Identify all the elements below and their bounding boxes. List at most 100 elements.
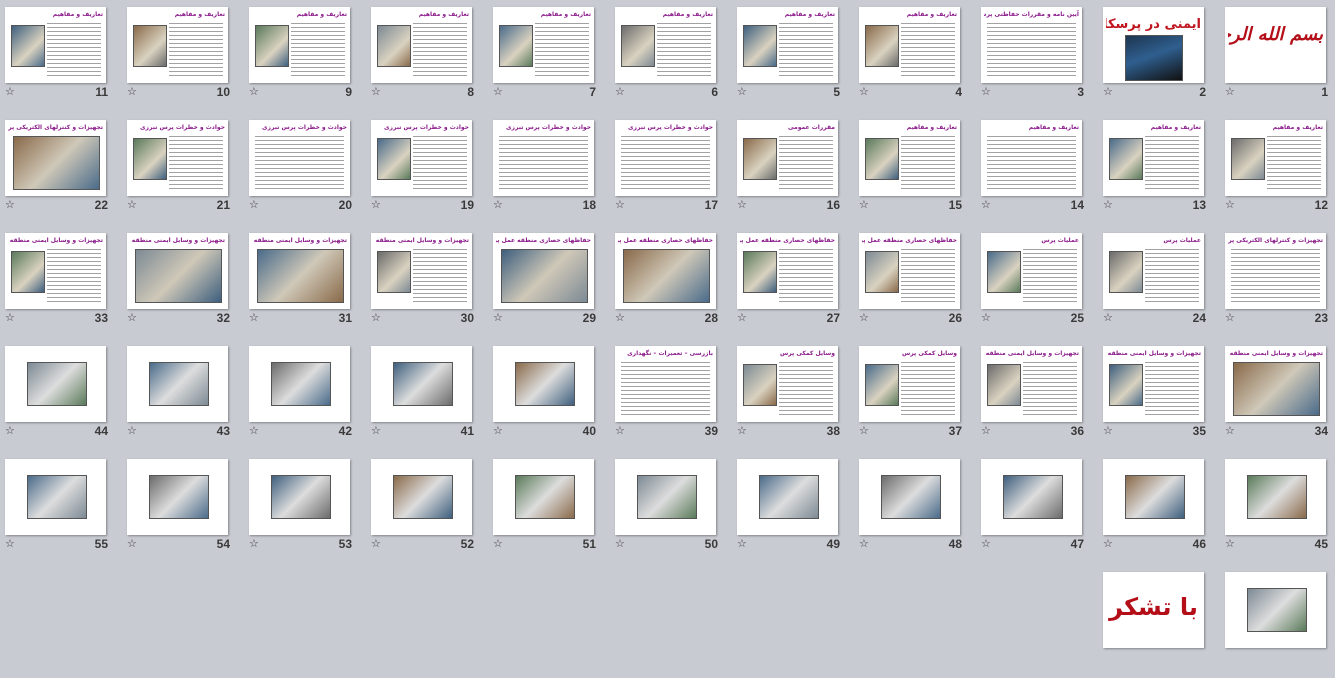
slide-transition-icon[interactable]: ☆ xyxy=(371,199,381,211)
slide-thumbnail[interactable] xyxy=(1225,459,1326,535)
slide-thumbnail[interactable] xyxy=(371,346,472,422)
slide-transition-icon[interactable]: ☆ xyxy=(615,199,625,211)
slide-transition-icon[interactable]: ☆ xyxy=(5,538,15,550)
slide-thumbnail[interactable]: حفاظهای حصاری منطقه عمل پرس xyxy=(859,233,960,309)
slide-thumbnail[interactable] xyxy=(1225,572,1326,648)
slide-transition-icon[interactable]: ☆ xyxy=(615,312,625,324)
slide-thumbnail[interactable]: بازرسی – تعمیرات – نگهداری xyxy=(615,346,716,422)
slide-thumbnail[interactable]: تعاریف و مفاهیم xyxy=(493,7,594,83)
slide-transition-icon[interactable]: ☆ xyxy=(5,312,15,324)
slide-thumbnail[interactable]: تعاریف و مفاهیم xyxy=(127,7,228,83)
slide-transition-icon[interactable]: ☆ xyxy=(1225,538,1235,550)
slide-transition-icon[interactable]: ☆ xyxy=(5,86,15,98)
slide-transition-icon[interactable]: ☆ xyxy=(859,199,869,211)
slide-thumbnail[interactable]: آیین نامه و مقررات حفاظتی پرس ها xyxy=(981,7,1082,83)
slide-thumbnail[interactable] xyxy=(5,459,106,535)
slide-transition-icon[interactable]: ☆ xyxy=(615,86,625,98)
slide-thumbnail[interactable]: وسایل کمکی پرس xyxy=(737,346,838,422)
slide-thumbnail[interactable] xyxy=(249,346,350,422)
slide-transition-icon[interactable]: ☆ xyxy=(127,538,137,550)
slide-transition-icon[interactable]: ☆ xyxy=(1103,312,1113,324)
slide-thumbnail[interactable] xyxy=(371,459,472,535)
slide-thumbnail[interactable]: تجهیزات و وسایل ایمنی منطقه عمل پرسها xyxy=(981,346,1082,422)
slide-thumbnail[interactable]: تعاریف و مفاهیم xyxy=(1225,120,1326,196)
slide-transition-icon[interactable]: ☆ xyxy=(1103,425,1113,437)
slide-thumbnail[interactable]: مقررات عمومی xyxy=(737,120,838,196)
slide-transition-icon[interactable]: ☆ xyxy=(371,312,381,324)
slide-transition-icon[interactable]: ☆ xyxy=(127,425,137,437)
slide-thumbnail[interactable]: بسم الله الرحمن الرحیم xyxy=(1225,7,1326,83)
slide-transition-icon[interactable]: ☆ xyxy=(493,425,503,437)
slide-thumbnail[interactable]: حوادث و خطرات پرس تبرزی xyxy=(127,120,228,196)
slide-transition-icon[interactable]: ☆ xyxy=(1225,312,1235,324)
slide-thumbnail[interactable]: تجهیزات و وسایل ایمنی منطقه عمل پرسها xyxy=(1225,346,1326,422)
slide-thumbnail[interactable]: وسایل کمکی پرس xyxy=(859,346,960,422)
slide-thumbnail[interactable] xyxy=(5,346,106,422)
slide-transition-icon[interactable]: ☆ xyxy=(737,86,747,98)
slide-transition-icon[interactable]: ☆ xyxy=(493,199,503,211)
slide-transition-icon[interactable]: ☆ xyxy=(249,86,259,98)
slide-thumbnail[interactable]: تعاریف و مفاهیم xyxy=(371,7,472,83)
slide-transition-icon[interactable]: ☆ xyxy=(859,538,869,550)
slide-transition-icon[interactable]: ☆ xyxy=(5,199,15,211)
slide-transition-icon[interactable]: ☆ xyxy=(371,425,381,437)
slide-transition-icon[interactable]: ☆ xyxy=(493,312,503,324)
slide-transition-icon[interactable]: ☆ xyxy=(127,86,137,98)
slide-thumbnail[interactable]: عملیات پرس xyxy=(1103,233,1204,309)
slide-thumbnail[interactable]: تعاریف و مفاهیم xyxy=(615,7,716,83)
slide-transition-icon[interactable]: ☆ xyxy=(981,86,991,98)
slide-thumbnail[interactable]: حوادث و خطرات پرس تبرزی xyxy=(371,120,472,196)
slide-thumbnail[interactable]: حفاظهای حصاری منطقه عمل پرس xyxy=(493,233,594,309)
slide-thumbnail[interactable] xyxy=(127,459,228,535)
slide-transition-icon[interactable]: ☆ xyxy=(737,538,747,550)
slide-transition-icon[interactable]: ☆ xyxy=(371,538,381,550)
slide-thumbnail[interactable]: تعاریف و مفاهیم xyxy=(981,120,1082,196)
slide-thumbnail[interactable]: تجهیزات و وسایل ایمنی منطقه عمل پرسها xyxy=(5,233,106,309)
slide-transition-icon[interactable]: ☆ xyxy=(859,312,869,324)
slide-thumbnail[interactable] xyxy=(127,346,228,422)
slide-transition-icon[interactable]: ☆ xyxy=(981,425,991,437)
slide-transition-icon[interactable]: ☆ xyxy=(737,312,747,324)
slide-thumbnail[interactable]: حوادث و خطرات پرس تبرزی xyxy=(249,120,350,196)
slide-thumbnail[interactable]: تعاریف و مفاهیم xyxy=(1103,120,1204,196)
slide-transition-icon[interactable]: ☆ xyxy=(1103,538,1113,550)
slide-thumbnail[interactable]: ایمنی در پرسکاری xyxy=(1103,7,1204,83)
slide-thumbnail[interactable]: تعاریف و مفاهیم xyxy=(737,7,838,83)
slide-thumbnail[interactable]: حفاظهای حصاری منطقه عمل پرس xyxy=(615,233,716,309)
slide-thumbnail[interactable]: با تشکر xyxy=(1103,572,1204,648)
slide-thumbnail[interactable]: حوادث و خطرات پرس تبرزی xyxy=(493,120,594,196)
slide-thumbnail[interactable] xyxy=(1103,459,1204,535)
slide-transition-icon[interactable]: ☆ xyxy=(981,538,991,550)
slide-thumbnail[interactable]: تجهیزات و وسایل ایمنی منطقه عمل پرسها xyxy=(249,233,350,309)
slide-thumbnail[interactable]: تجهیزات و کنترلهای الکتریکی پرس ها xyxy=(1225,233,1326,309)
slide-transition-icon[interactable]: ☆ xyxy=(249,425,259,437)
slide-transition-icon[interactable]: ☆ xyxy=(981,312,991,324)
slide-transition-icon[interactable]: ☆ xyxy=(249,538,259,550)
slide-transition-icon[interactable]: ☆ xyxy=(493,86,503,98)
slide-transition-icon[interactable]: ☆ xyxy=(249,199,259,211)
slide-thumbnail[interactable]: حفاظهای حصاری منطقه عمل پرس xyxy=(737,233,838,309)
slide-transition-icon[interactable]: ☆ xyxy=(1103,86,1113,98)
slide-thumbnail[interactable] xyxy=(493,459,594,535)
slide-transition-icon[interactable]: ☆ xyxy=(1225,199,1235,211)
slide-transition-icon[interactable]: ☆ xyxy=(615,425,625,437)
slide-thumbnail[interactable] xyxy=(615,459,716,535)
slide-thumbnail[interactable] xyxy=(859,459,960,535)
slide-transition-icon[interactable]: ☆ xyxy=(981,199,991,211)
slide-transition-icon[interactable]: ☆ xyxy=(127,312,137,324)
slide-transition-icon[interactable]: ☆ xyxy=(1103,199,1113,211)
slide-thumbnail[interactable]: تجهیزات و وسایل ایمنی منطقه عمل پرسها xyxy=(127,233,228,309)
slide-transition-icon[interactable]: ☆ xyxy=(493,538,503,550)
slide-thumbnail[interactable]: عملیات پرس xyxy=(981,233,1082,309)
slide-transition-icon[interactable]: ☆ xyxy=(859,86,869,98)
slide-transition-icon[interactable]: ☆ xyxy=(1225,86,1235,98)
slide-transition-icon[interactable]: ☆ xyxy=(249,312,259,324)
slide-transition-icon[interactable]: ☆ xyxy=(127,199,137,211)
slide-thumbnail[interactable]: حوادث و خطرات پرس تبرزی xyxy=(615,120,716,196)
slide-thumbnail[interactable]: تعاریف و مفاهیم xyxy=(859,7,960,83)
slide-thumbnail[interactable] xyxy=(249,459,350,535)
slide-transition-icon[interactable]: ☆ xyxy=(737,425,747,437)
slide-transition-icon[interactable]: ☆ xyxy=(5,425,15,437)
slide-thumbnail[interactable]: تعاریف و مفاهیم xyxy=(859,120,960,196)
slide-thumbnail[interactable]: تعاریف و مفاهیم xyxy=(249,7,350,83)
